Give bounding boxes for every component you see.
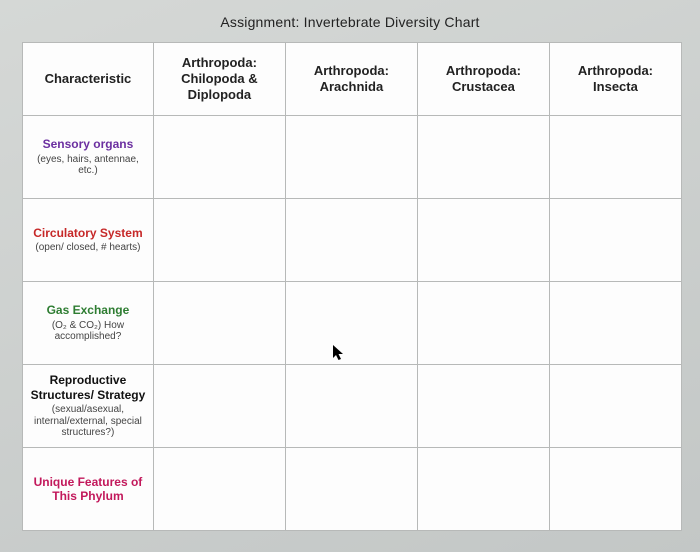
table-cell — [285, 448, 417, 531]
col-header-characteristic: Characteristic — [23, 43, 154, 116]
table-cell — [285, 365, 417, 448]
table-row: Circulatory System (open/ closed, # heart… — [23, 199, 682, 282]
worksheet-page: Assignment: Invertebrate Diversity Chart… — [0, 0, 700, 552]
page-title: Assignment: Invertebrate Diversity Chart — [0, 14, 700, 30]
row-header: Unique Features of This Phylum — [23, 448, 154, 531]
table-cell — [153, 448, 285, 531]
table-body: Sensory organs (eyes, hairs, antennae, et… — [23, 116, 682, 531]
table-cell — [285, 282, 417, 365]
row-header-label: Gas Exchange — [29, 303, 147, 317]
table-cell — [417, 282, 549, 365]
table-cell — [417, 199, 549, 282]
table-row: Gas Exchange (O₂ & CO₂) How accomplished? — [23, 282, 682, 365]
table-cell — [549, 282, 681, 365]
row-header-label: Unique Features of This Phylum — [29, 475, 147, 504]
table-cell — [153, 282, 285, 365]
table-cell — [153, 199, 285, 282]
table-row: Sensory organs (eyes, hairs, antennae, et… — [23, 116, 682, 199]
col-header-crustacea: Arthropoda: Crustacea — [417, 43, 549, 116]
table-row: Unique Features of This Phylum — [23, 448, 682, 531]
row-header: Sensory organs (eyes, hairs, antennae, et… — [23, 116, 154, 199]
row-header-sublabel: (O₂ & CO₂) How accomplished? — [29, 320, 147, 343]
table-header-row: Characteristic Arthropoda: Chilopoda & D… — [23, 43, 682, 116]
diversity-table: Characteristic Arthropoda: Chilopoda & D… — [22, 42, 682, 531]
row-header-label: Sensory organs — [29, 137, 147, 151]
col-header-insecta: Arthropoda: Insecta — [549, 43, 681, 116]
table-cell — [285, 199, 417, 282]
col-header-chilopoda-diplopoda: Arthropoda: Chilopoda & Diplopoda — [153, 43, 285, 116]
row-header: Gas Exchange (O₂ & CO₂) How accomplished? — [23, 282, 154, 365]
row-header: Circulatory System (open/ closed, # heart… — [23, 199, 154, 282]
table-cell — [285, 116, 417, 199]
table-row: Reproductive Structures/ Strategy(sexual… — [23, 365, 682, 448]
row-header-label: Reproductive Structures/ Strategy — [29, 373, 147, 402]
table-cell — [417, 116, 549, 199]
row-header-sublabel: (open/ closed, # hearts) — [29, 242, 147, 254]
table-cell — [417, 365, 549, 448]
table-cell — [153, 365, 285, 448]
row-header-sublabel: (sexual/asexual, internal/external, spec… — [29, 404, 147, 439]
table-cell — [549, 365, 681, 448]
table-cell — [549, 448, 681, 531]
row-header: Reproductive Structures/ Strategy(sexual… — [23, 365, 154, 448]
col-header-arachnida: Arthropoda: Arachnida — [285, 43, 417, 116]
row-header-label: Circulatory System — [29, 226, 147, 240]
table-cell — [153, 116, 285, 199]
table-cell — [549, 199, 681, 282]
table-cell — [417, 448, 549, 531]
table-cell — [549, 116, 681, 199]
row-header-sublabel: (eyes, hairs, antennae, etc.) — [29, 154, 147, 177]
